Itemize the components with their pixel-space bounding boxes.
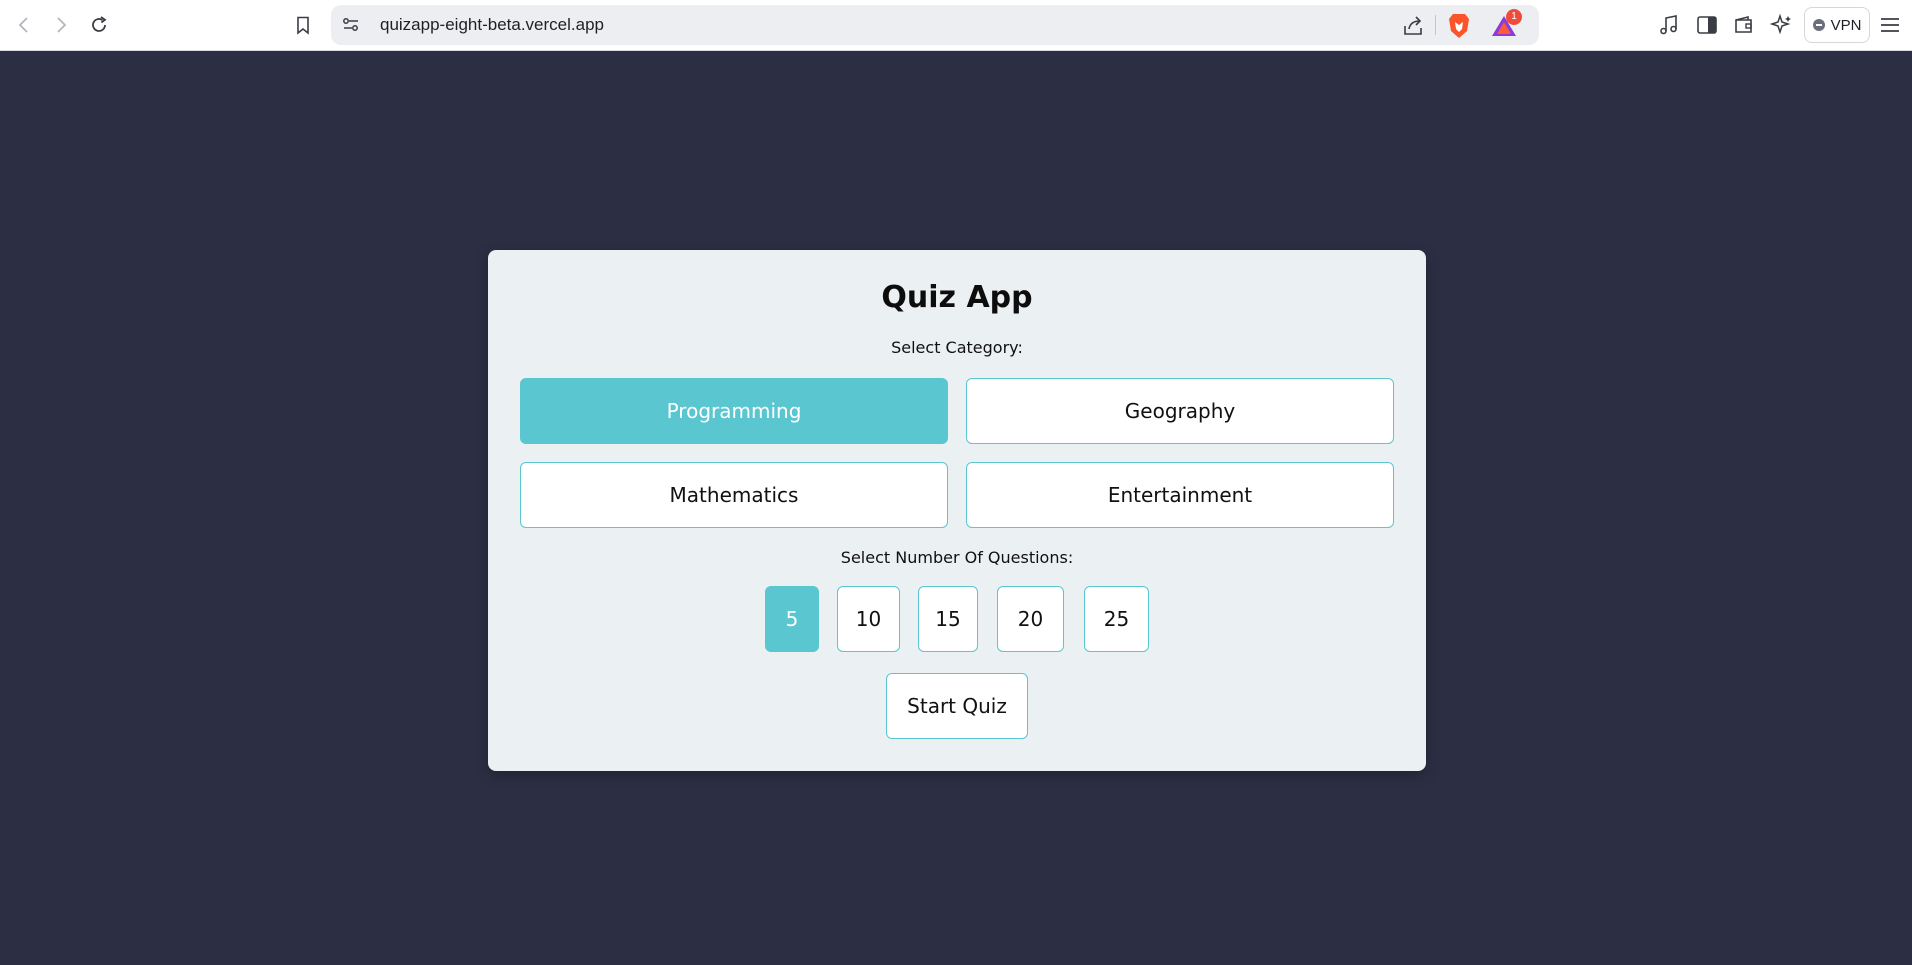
page-title: Quiz App [881, 280, 1033, 315]
wallet-icon[interactable] [1732, 13, 1756, 37]
category-geography-button[interactable]: Geography [966, 378, 1394, 444]
category-programming-button[interactable]: Programming [520, 378, 948, 444]
back-button[interactable] [10, 11, 38, 39]
back-arrow-icon [18, 17, 28, 33]
vpn-label: VPN [1830, 16, 1862, 34]
forward-button[interactable] [47, 11, 75, 39]
share-icon[interactable] [1401, 14, 1425, 38]
address-bar[interactable]: quizapp-eight-beta.vercel.app 1 [331, 5, 1539, 45]
question-count-label: Select Number Of Questions: [840, 548, 1074, 567]
brave-shields-icon[interactable] [1446, 12, 1472, 40]
bookmark-button[interactable] [289, 11, 317, 39]
bookmark-icon [297, 16, 309, 35]
leo-ai-icon[interactable] [1770, 13, 1794, 37]
url-text[interactable]: quizapp-eight-beta.vercel.app [380, 5, 604, 45]
category-entertainment-button[interactable]: Entertainment [966, 462, 1394, 528]
quiz-card: Quiz App Select Category: Programming Ge… [488, 250, 1426, 771]
reload-button[interactable] [85, 11, 113, 39]
browser-toolbar: quizapp-eight-beta.vercel.app 1 VPN [0, 0, 1912, 51]
forward-arrow-icon [57, 17, 67, 33]
rewards-badge: 1 [1506, 9, 1522, 25]
category-label: Select Category: [891, 338, 1023, 357]
count-5-button[interactable]: 5 [765, 586, 819, 652]
address-bar-divider [1435, 15, 1436, 35]
start-quiz-button[interactable]: Start Quiz [886, 673, 1028, 739]
site-settings-icon[interactable] [341, 15, 361, 35]
count-25-button[interactable]: 25 [1084, 586, 1149, 652]
count-20-button[interactable]: 20 [997, 586, 1064, 652]
sidebar-icon[interactable] [1695, 13, 1719, 37]
reload-icon [92, 16, 107, 32]
category-mathematics-button[interactable]: Mathematics [520, 462, 948, 528]
vpn-status-icon [1812, 19, 1825, 31]
count-10-button[interactable]: 10 [837, 586, 900, 652]
music-note-icon[interactable] [1657, 13, 1681, 37]
hamburger-menu-icon[interactable] [1878, 13, 1902, 37]
vpn-button[interactable]: VPN [1804, 7, 1870, 43]
count-15-button[interactable]: 15 [918, 586, 978, 652]
